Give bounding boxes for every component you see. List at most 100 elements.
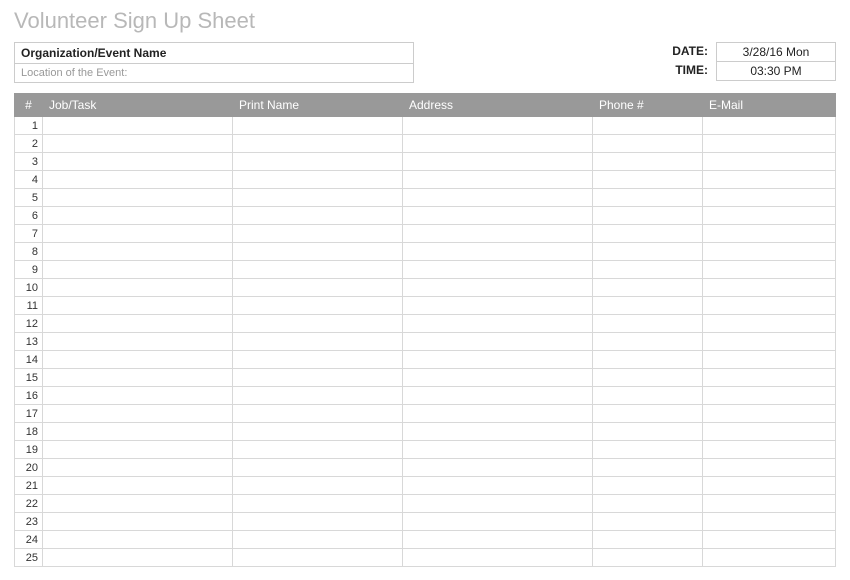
cell-address[interactable] xyxy=(403,297,593,315)
cell-email[interactable] xyxy=(703,549,836,567)
organization-name-field[interactable]: Organization/Event Name xyxy=(15,43,413,64)
cell-phone[interactable] xyxy=(593,405,703,423)
cell-email[interactable] xyxy=(703,333,836,351)
cell-job[interactable] xyxy=(43,513,233,531)
cell-name[interactable] xyxy=(233,351,403,369)
cell-email[interactable] xyxy=(703,279,836,297)
cell-job[interactable] xyxy=(43,135,233,153)
cell-address[interactable] xyxy=(403,243,593,261)
cell-phone[interactable] xyxy=(593,549,703,567)
cell-job[interactable] xyxy=(43,117,233,135)
cell-email[interactable] xyxy=(703,297,836,315)
cell-email[interactable] xyxy=(703,441,836,459)
cell-name[interactable] xyxy=(233,279,403,297)
cell-phone[interactable] xyxy=(593,369,703,387)
cell-job[interactable] xyxy=(43,207,233,225)
cell-phone[interactable] xyxy=(593,189,703,207)
cell-name[interactable] xyxy=(233,117,403,135)
cell-phone[interactable] xyxy=(593,459,703,477)
cell-address[interactable] xyxy=(403,459,593,477)
cell-email[interactable] xyxy=(703,531,836,549)
cell-name[interactable] xyxy=(233,189,403,207)
cell-name[interactable] xyxy=(233,207,403,225)
cell-address[interactable] xyxy=(403,351,593,369)
cell-email[interactable] xyxy=(703,189,836,207)
cell-phone[interactable] xyxy=(593,531,703,549)
cell-address[interactable] xyxy=(403,333,593,351)
cell-job[interactable] xyxy=(43,279,233,297)
cell-address[interactable] xyxy=(403,207,593,225)
cell-address[interactable] xyxy=(403,405,593,423)
cell-phone[interactable] xyxy=(593,333,703,351)
cell-name[interactable] xyxy=(233,171,403,189)
cell-name[interactable] xyxy=(233,369,403,387)
cell-address[interactable] xyxy=(403,279,593,297)
cell-email[interactable] xyxy=(703,135,836,153)
date-value[interactable]: 3/28/16 Mon xyxy=(716,42,836,61)
cell-phone[interactable] xyxy=(593,243,703,261)
cell-phone[interactable] xyxy=(593,153,703,171)
cell-email[interactable] xyxy=(703,225,836,243)
cell-phone[interactable] xyxy=(593,207,703,225)
cell-job[interactable] xyxy=(43,153,233,171)
cell-name[interactable] xyxy=(233,495,403,513)
cell-job[interactable] xyxy=(43,261,233,279)
cell-name[interactable] xyxy=(233,225,403,243)
cell-email[interactable] xyxy=(703,315,836,333)
cell-address[interactable] xyxy=(403,549,593,567)
cell-job[interactable] xyxy=(43,351,233,369)
cell-phone[interactable] xyxy=(593,135,703,153)
cell-email[interactable] xyxy=(703,117,836,135)
cell-address[interactable] xyxy=(403,441,593,459)
cell-name[interactable] xyxy=(233,297,403,315)
location-field[interactable]: Location of the Event: xyxy=(15,64,413,82)
cell-phone[interactable] xyxy=(593,477,703,495)
cell-job[interactable] xyxy=(43,369,233,387)
cell-job[interactable] xyxy=(43,225,233,243)
cell-phone[interactable] xyxy=(593,423,703,441)
cell-phone[interactable] xyxy=(593,117,703,135)
cell-phone[interactable] xyxy=(593,513,703,531)
cell-job[interactable] xyxy=(43,441,233,459)
cell-job[interactable] xyxy=(43,423,233,441)
cell-name[interactable] xyxy=(233,549,403,567)
cell-phone[interactable] xyxy=(593,387,703,405)
cell-address[interactable] xyxy=(403,261,593,279)
cell-phone[interactable] xyxy=(593,351,703,369)
cell-name[interactable] xyxy=(233,459,403,477)
cell-phone[interactable] xyxy=(593,279,703,297)
cell-email[interactable] xyxy=(703,369,836,387)
cell-email[interactable] xyxy=(703,459,836,477)
cell-phone[interactable] xyxy=(593,297,703,315)
cell-address[interactable] xyxy=(403,423,593,441)
cell-job[interactable] xyxy=(43,549,233,567)
cell-address[interactable] xyxy=(403,387,593,405)
cell-job[interactable] xyxy=(43,243,233,261)
cell-email[interactable] xyxy=(703,513,836,531)
cell-job[interactable] xyxy=(43,315,233,333)
cell-job[interactable] xyxy=(43,405,233,423)
cell-name[interactable] xyxy=(233,243,403,261)
cell-email[interactable] xyxy=(703,207,836,225)
cell-job[interactable] xyxy=(43,459,233,477)
cell-email[interactable] xyxy=(703,153,836,171)
cell-address[interactable] xyxy=(403,189,593,207)
cell-name[interactable] xyxy=(233,477,403,495)
cell-address[interactable] xyxy=(403,171,593,189)
cell-phone[interactable] xyxy=(593,261,703,279)
cell-name[interactable] xyxy=(233,315,403,333)
cell-phone[interactable] xyxy=(593,495,703,513)
cell-address[interactable] xyxy=(403,495,593,513)
cell-phone[interactable] xyxy=(593,441,703,459)
cell-email[interactable] xyxy=(703,387,836,405)
cell-address[interactable] xyxy=(403,117,593,135)
time-value[interactable]: 03:30 PM xyxy=(716,61,836,81)
cell-name[interactable] xyxy=(233,261,403,279)
cell-email[interactable] xyxy=(703,477,836,495)
cell-name[interactable] xyxy=(233,423,403,441)
cell-name[interactable] xyxy=(233,513,403,531)
cell-address[interactable] xyxy=(403,369,593,387)
cell-job[interactable] xyxy=(43,189,233,207)
cell-email[interactable] xyxy=(703,243,836,261)
cell-job[interactable] xyxy=(43,387,233,405)
